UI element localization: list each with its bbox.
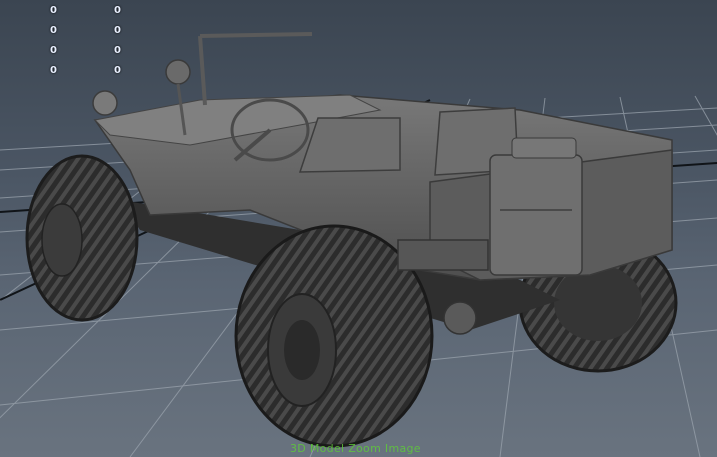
watermark-text: 3D Model Zoom Image [290, 442, 421, 455]
scene-render[interactable] [0, 0, 717, 457]
hud-value: 0 [114, 65, 121, 76]
hud-value: 0 [50, 65, 57, 76]
hud-value: 0 [114, 5, 121, 16]
hud-value: 0 [50, 5, 57, 16]
hud-value: 0 [114, 45, 121, 56]
hud-value: 0 [50, 25, 57, 36]
hud-value: 0 [50, 45, 57, 56]
3d-viewport[interactable]: 0 0 0 0 0 0 0 0 3D Model Zoom Image [0, 0, 717, 457]
hud-value: 0 [114, 25, 121, 36]
jeep-model[interactable] [25, 32, 678, 448]
